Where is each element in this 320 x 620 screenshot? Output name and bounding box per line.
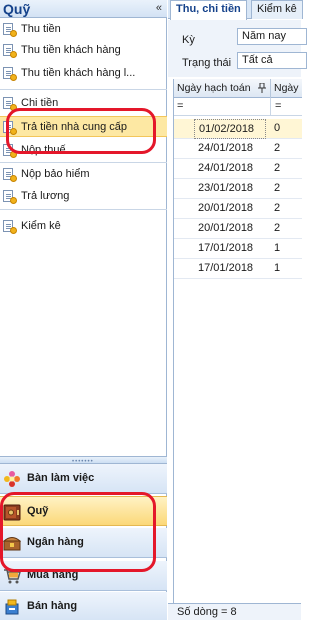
nav-item-tra-tien-nha-cung-cap[interactable]: Trả tiền nhà cung cấp bbox=[0, 116, 167, 137]
nav-item-label: Nộp bảo hiểm bbox=[21, 168, 90, 180]
content-pane: Thu, chi tiền Kiểm kê Kỳ Năm nay Trạng t… bbox=[168, 0, 307, 620]
module-label: Mua hàng bbox=[27, 569, 79, 581]
safe-icon bbox=[3, 503, 21, 521]
document-coin-icon bbox=[3, 23, 17, 37]
column-header-ngay-hach-toan[interactable]: Ngày hạch toán bbox=[174, 79, 266, 98]
cell-date: 23/01/2018 bbox=[198, 182, 254, 194]
nav-item-nop-bao-hiem[interactable]: Nộp bảo hiểm bbox=[0, 164, 167, 185]
pin-icon[interactable] bbox=[258, 79, 268, 98]
tab-strip: Thu, chi tiền Kiểm kê bbox=[168, 0, 303, 20]
pane-splitter[interactable]: ••••••• bbox=[0, 456, 167, 465]
module-quy[interactable]: Quỹ bbox=[0, 496, 167, 526]
filter-equals-icon[interactable]: = bbox=[177, 98, 183, 116]
cell-date: 24/01/2018 bbox=[198, 142, 254, 154]
document-coin-icon bbox=[3, 97, 17, 111]
cell-date: 24/01/2018 bbox=[198, 162, 254, 174]
nav-item-label: Thu tiền khách hàng bbox=[21, 44, 121, 56]
module-label: Quỹ bbox=[27, 505, 49, 517]
document-coin-icon bbox=[3, 144, 17, 158]
nav-item-chi-tien[interactable]: Chi tiền bbox=[0, 93, 167, 114]
cell-next: 2 bbox=[274, 202, 281, 214]
nav-item-thu-tien-khach-hang[interactable]: Thu tiền khách hàng bbox=[0, 40, 167, 61]
module-ban-lam-viec[interactable]: Bàn làm việc bbox=[0, 464, 167, 494]
period-label: Kỳ bbox=[182, 34, 195, 46]
document-coin-icon bbox=[3, 67, 17, 81]
document-coin-icon bbox=[3, 121, 17, 135]
table-row[interactable]: 23/01/2018 2 bbox=[174, 179, 302, 199]
module-label: Bàn làm việc bbox=[27, 472, 95, 484]
flower-icon bbox=[3, 470, 21, 488]
nav-item-label: Kiểm kê bbox=[21, 220, 61, 232]
nav-item-kiem-ke[interactable]: Kiểm kê bbox=[0, 216, 167, 237]
cell-next: 2 bbox=[274, 182, 281, 194]
period-select[interactable]: Năm nay bbox=[237, 28, 307, 45]
filter-panel: Kỳ Năm nay Trạng thái Tất cả bbox=[168, 20, 307, 77]
module-ngan-hang[interactable]: Ngân hàng bbox=[0, 528, 167, 558]
pane-header: Quỹ « bbox=[0, 0, 167, 18]
status-select[interactable]: Tất cả bbox=[237, 52, 307, 69]
module-label: Bán hàng bbox=[27, 600, 78, 612]
cell-date: 20/01/2018 bbox=[198, 202, 254, 214]
cell-date: 20/01/2018 bbox=[198, 222, 254, 234]
module-label: Ngân hàng bbox=[27, 536, 84, 548]
tab-kiem-ke[interactable]: Kiểm kê bbox=[251, 0, 303, 19]
cell-next: 2 bbox=[274, 162, 281, 174]
document-coin-icon bbox=[3, 220, 17, 234]
data-grid: Ngày hạch toán Ngày = = 01/02/2018 0 24/… bbox=[173, 79, 302, 603]
row-count: Số dòng = 8 bbox=[177, 606, 237, 618]
nav-item-tra-luong[interactable]: Trả lương bbox=[0, 186, 167, 207]
divider bbox=[0, 162, 167, 163]
cell-next: 0 bbox=[274, 122, 281, 134]
cell-next: 1 bbox=[274, 242, 281, 254]
nav-item-label: Thu tiền bbox=[21, 23, 61, 35]
table-row[interactable]: 17/01/2018 1 bbox=[174, 259, 302, 279]
bank-chest-icon bbox=[2, 534, 22, 552]
cell-date: 17/01/2018 bbox=[198, 242, 254, 254]
nav-item-label: Thu tiền khách hàng l... bbox=[21, 67, 136, 79]
document-coin-icon bbox=[3, 168, 17, 182]
tab-thu-chi-tien[interactable]: Thu, chi tiền bbox=[170, 0, 247, 20]
grid-header: Ngày hạch toán Ngày bbox=[174, 79, 302, 98]
table-row[interactable]: 20/01/2018 2 bbox=[174, 199, 302, 219]
collapse-icon[interactable]: « bbox=[156, 1, 162, 15]
column-header-ngay[interactable]: Ngày bbox=[270, 79, 302, 98]
nav-item-label: Nộp thuế bbox=[21, 144, 66, 156]
sales-icon bbox=[3, 598, 21, 616]
module-mua-hang[interactable]: Mua hàng bbox=[0, 561, 167, 591]
table-row[interactable]: 17/01/2018 1 bbox=[174, 239, 302, 259]
pane-title: Quỹ bbox=[3, 1, 31, 17]
nav-item-label: Trả lương bbox=[21, 190, 70, 202]
cell-next: 1 bbox=[274, 262, 281, 274]
cell-date: 17/01/2018 bbox=[198, 262, 254, 274]
nav-item-label: Trả tiền nhà cung cấp bbox=[21, 121, 127, 133]
grid-filter-row[interactable]: = = bbox=[174, 98, 302, 116]
navigation-pane: Quỹ « Thu tiền Thu tiền khách hàng Thu t… bbox=[0, 0, 167, 620]
nav-item-thu-tien[interactable]: Thu tiền bbox=[0, 19, 167, 40]
cell-date: 01/02/2018 bbox=[194, 119, 266, 139]
cell-next: 2 bbox=[274, 222, 281, 234]
nav-item-nop-thue[interactable]: Nộp thuế bbox=[0, 140, 167, 161]
status-label: Trạng thái bbox=[182, 57, 232, 69]
grid-footer: Số dòng = 8 bbox=[168, 603, 301, 620]
divider bbox=[0, 209, 167, 210]
divider bbox=[0, 89, 167, 90]
document-coin-icon bbox=[3, 190, 17, 204]
nav-item-thu-tien-khach-hang-lo[interactable]: Thu tiền khách hàng l... bbox=[0, 63, 167, 84]
module-ban-hang[interactable]: Bán hàng bbox=[0, 592, 167, 620]
table-row[interactable]: 24/01/2018 2 bbox=[174, 159, 302, 179]
table-row[interactable]: 20/01/2018 2 bbox=[174, 219, 302, 239]
table-row[interactable]: 01/02/2018 0 bbox=[174, 119, 302, 139]
cart-icon bbox=[3, 567, 21, 585]
nav-item-label: Chi tiền bbox=[21, 97, 59, 109]
table-row[interactable]: 24/01/2018 2 bbox=[174, 139, 302, 159]
document-coin-icon bbox=[3, 44, 17, 58]
cell-next: 2 bbox=[274, 142, 281, 154]
filter-equals-icon[interactable]: = bbox=[270, 98, 302, 116]
